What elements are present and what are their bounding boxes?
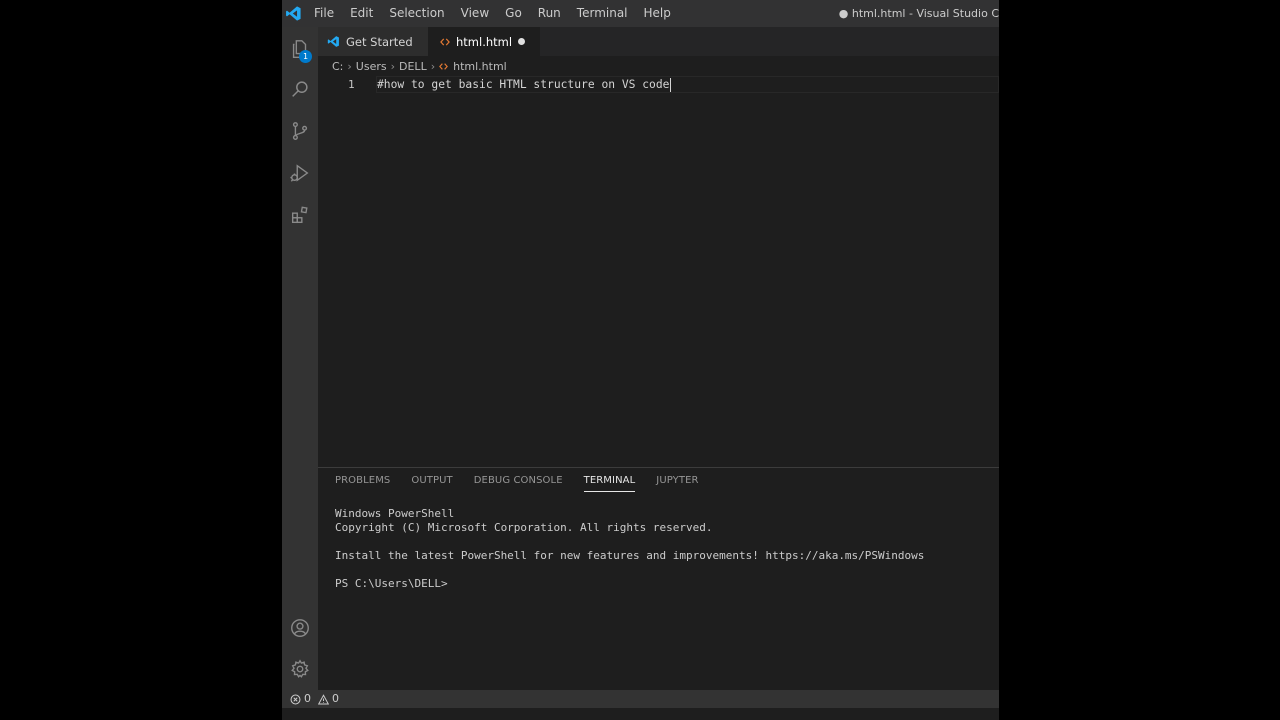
breadcrumb-item[interactable]: DELL	[399, 60, 427, 73]
tab-html-file[interactable]: html.html	[428, 27, 540, 56]
error-count: 0	[304, 692, 311, 705]
status-problems[interactable]: 0 0	[290, 690, 339, 708]
menu-file[interactable]: File	[306, 0, 342, 27]
breadcrumb-item[interactable]: C:	[332, 60, 343, 73]
error-icon	[290, 694, 301, 704]
breadcrumb: C: › Users › DELL › html.html	[332, 58, 507, 74]
run-debug-icon	[290, 164, 309, 182]
explorer-badge: 1	[299, 50, 312, 63]
unsaved-dot-icon[interactable]	[518, 38, 525, 45]
menu-bar: File Edit Selection View Go Run Terminal…	[306, 0, 679, 27]
tab-jupyter[interactable]: JUPYTER	[656, 475, 698, 492]
tab-terminal[interactable]: TERMINAL	[583, 475, 636, 492]
text-cursor	[670, 78, 672, 92]
activity-extensions[interactable]	[282, 195, 318, 235]
vscode-window: File Edit Selection View Go Run Terminal…	[282, 0, 999, 720]
activity-search[interactable]	[282, 69, 318, 109]
tab-output[interactable]: OUTPUT	[411, 475, 452, 492]
status-bar: 0 0	[282, 690, 999, 708]
tab-debug-console[interactable]: DEBUG CONSOLE	[474, 475, 563, 492]
line-number: 1	[348, 78, 355, 91]
menu-run[interactable]: Run	[530, 0, 569, 27]
breadcrumb-item[interactable]: Users	[356, 60, 387, 73]
warning-icon	[318, 693, 329, 704]
menu-view[interactable]: View	[453, 0, 497, 27]
panel-tabs: PROBLEMS OUTPUT DEBUG CONSOLE TERMINAL J…	[335, 475, 720, 492]
terminal-line: Copyright (C) Microsoft Corporation. All…	[335, 521, 713, 534]
code-line[interactable]: #how to get basic HTML structure on VS c…	[377, 76, 672, 93]
activity-explorer[interactable]: 1	[282, 29, 318, 69]
tab-label: html.html	[456, 34, 513, 49]
chevron-right-icon: ›	[430, 59, 436, 73]
activity-bar: 1	[282, 27, 318, 690]
vscode-logo-icon	[286, 6, 301, 21]
chevron-right-icon: ›	[390, 59, 396, 73]
code-editor[interactable]: 1 #how to get basic HTML structure on VS…	[318, 74, 999, 467]
vscode-logo-icon	[327, 36, 339, 47]
editor-tabs: Get Started html.html	[318, 27, 999, 56]
source-control-icon	[292, 122, 308, 140]
warning-count: 0	[332, 692, 339, 705]
search-icon	[292, 81, 308, 97]
window-title: ● html.html - Visual Studio C	[838, 7, 999, 20]
terminal-line: Windows PowerShell	[335, 507, 455, 520]
chevron-right-icon: ›	[347, 59, 352, 73]
tab-problems[interactable]: PROBLEMS	[335, 475, 390, 492]
extensions-icon	[291, 206, 308, 224]
code-text: #how to get basic HTML structure on VS c…	[377, 78, 670, 91]
menu-help[interactable]: Help	[636, 0, 679, 27]
menu-selection[interactable]: Selection	[381, 0, 452, 27]
account-icon	[291, 619, 309, 637]
terminal-prompt: PS C:\Users\DELL>	[335, 577, 448, 590]
activity-run-debug[interactable]	[282, 153, 318, 193]
menu-terminal[interactable]: Terminal	[569, 0, 636, 27]
menu-edit[interactable]: Edit	[342, 0, 381, 27]
breadcrumb-item[interactable]: html.html	[453, 60, 507, 73]
activity-account[interactable]	[282, 608, 318, 648]
activity-manage[interactable]	[282, 649, 318, 689]
gear-icon	[291, 659, 309, 678]
tab-label: Get Started	[346, 34, 413, 49]
html-file-icon	[439, 62, 449, 70]
menu-go[interactable]: Go	[497, 0, 530, 27]
bottom-panel: PROBLEMS OUTPUT DEBUG CONSOLE TERMINAL J…	[318, 467, 999, 691]
title-bar: File Edit Selection View Go Run Terminal…	[282, 0, 999, 27]
terminal-output[interactable]: Windows PowerShell Copyright (C) Microsof…	[335, 507, 924, 591]
terminal-line: Install the latest PowerShell for new fe…	[335, 549, 925, 562]
tab-get-started[interactable]: Get Started	[318, 27, 428, 56]
html-file-icon	[440, 37, 450, 46]
activity-source-control[interactable]	[282, 111, 318, 151]
